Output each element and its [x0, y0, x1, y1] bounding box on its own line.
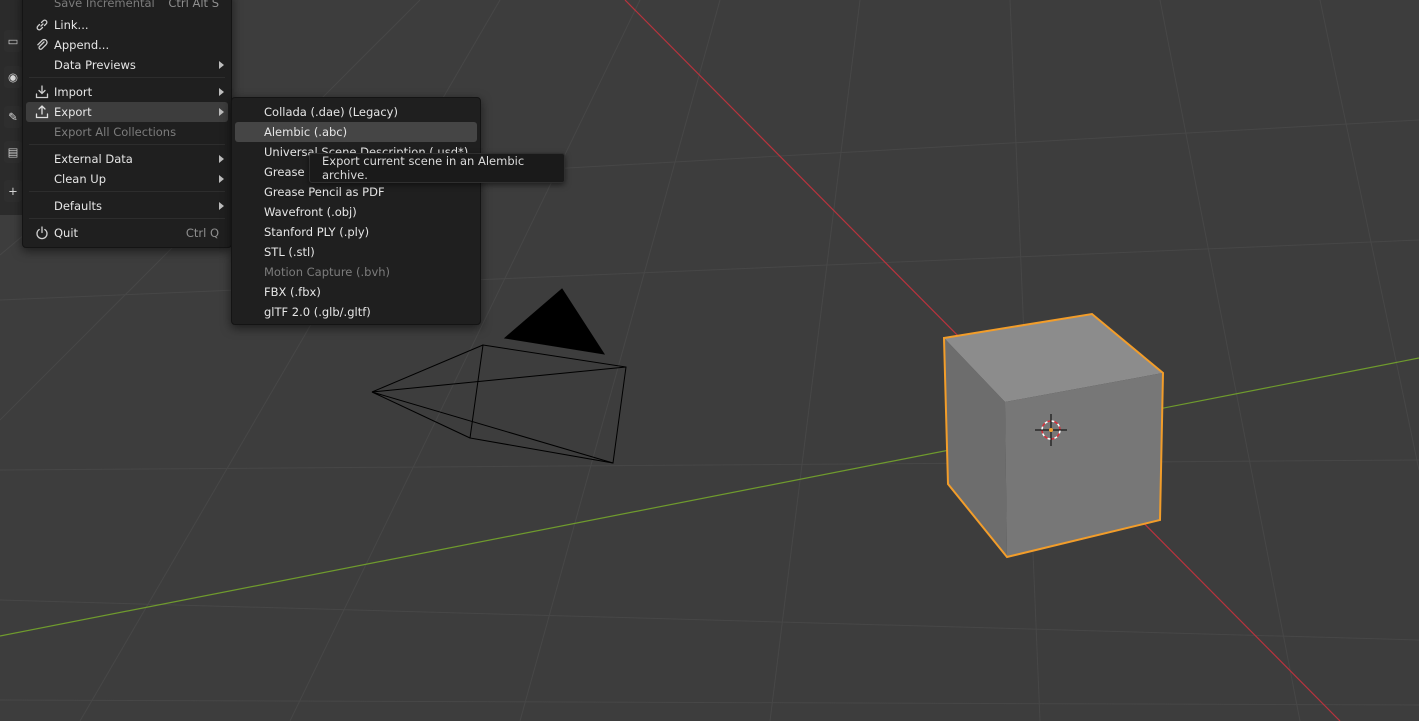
- menu-item-export-all-collections[interactable]: Export All Collections: [26, 122, 228, 142]
- submenu-arrow-icon: [219, 155, 224, 163]
- add-cube-tool-button[interactable]: +: [4, 180, 22, 202]
- submenu-arrow-icon: [219, 108, 224, 116]
- annotate-tool-button[interactable]: ✎: [4, 106, 22, 128]
- export-item-stanford-ply[interactable]: Stanford PLY (.ply): [235, 222, 477, 242]
- menu-separator: [29, 191, 225, 192]
- menu-item-external-data[interactable]: External Data: [26, 149, 228, 169]
- link-icon: [34, 17, 50, 33]
- submenu-arrow-icon: [219, 88, 224, 96]
- y-axis-line: [0, 357, 1419, 637]
- submenu-arrow-icon: [219, 61, 224, 69]
- export-submenu: Collada (.dae) (Legacy) Alembic (.abc) U…: [231, 97, 481, 325]
- menu-separator: [29, 144, 225, 145]
- tooltip: Export current scene in an Alembic archi…: [309, 153, 565, 183]
- menu-item-import[interactable]: Import: [26, 82, 228, 102]
- tooltip-text: Export current scene in an Alembic archi…: [322, 154, 525, 182]
- export-item-wavefront[interactable]: Wavefront (.obj): [235, 202, 477, 222]
- export-item-collada[interactable]: Collada (.dae) (Legacy): [235, 102, 477, 122]
- tool-shelf: ▭ ◉ ✎ ▤ +: [0, 0, 24, 215]
- record-icon: ◉: [7, 70, 19, 84]
- transform-tool-button[interactable]: ▭: [4, 30, 22, 52]
- menu-item-save-incremental[interactable]: Save Incremental Ctrl Alt S: [26, 0, 228, 13]
- export-icon: [34, 104, 50, 120]
- pencil-icon: ✎: [8, 110, 18, 124]
- menu-item-data-previews[interactable]: Data Previews: [26, 55, 228, 75]
- ruler-icon: ▤: [7, 145, 19, 159]
- export-item-bvh[interactable]: Motion Capture (.bvh): [235, 262, 477, 282]
- menu-item-append[interactable]: Append...: [26, 35, 228, 55]
- menu-item-clean-up[interactable]: Clean Up: [26, 169, 228, 189]
- menu-separator: [29, 218, 225, 219]
- export-item-grease-pencil-pdf[interactable]: Grease Pencil as PDF: [235, 182, 477, 202]
- ruler-tool-button[interactable]: ▤: [4, 141, 22, 163]
- submenu-arrow-icon: [219, 175, 224, 183]
- add-cube-icon: +: [8, 184, 18, 198]
- menu-separator: [29, 77, 225, 78]
- menu-item-defaults[interactable]: Defaults: [26, 196, 228, 216]
- export-item-fbx[interactable]: FBX (.fbx): [235, 282, 477, 302]
- append-icon: [34, 37, 50, 53]
- export-item-gltf[interactable]: glTF 2.0 (.glb/.gltf): [235, 302, 477, 322]
- menu-item-quit[interactable]: Quit Ctrl Q: [26, 223, 228, 243]
- submenu-arrow-icon: [219, 202, 224, 210]
- menu-item-export[interactable]: Export: [26, 102, 228, 122]
- file-menu: Save Incremental Ctrl Alt S Link... Appe…: [22, 0, 232, 248]
- menu-item-link[interactable]: Link...: [26, 15, 228, 35]
- export-item-stl[interactable]: STL (.stl): [235, 242, 477, 262]
- transform-icon: ▭: [7, 34, 19, 48]
- import-icon: [34, 84, 50, 100]
- power-icon: [34, 225, 50, 241]
- export-item-alembic[interactable]: Alembic (.abc): [235, 122, 477, 142]
- cube-object[interactable]: [942, 312, 1165, 559]
- measure-tool-button[interactable]: ◉: [4, 66, 22, 88]
